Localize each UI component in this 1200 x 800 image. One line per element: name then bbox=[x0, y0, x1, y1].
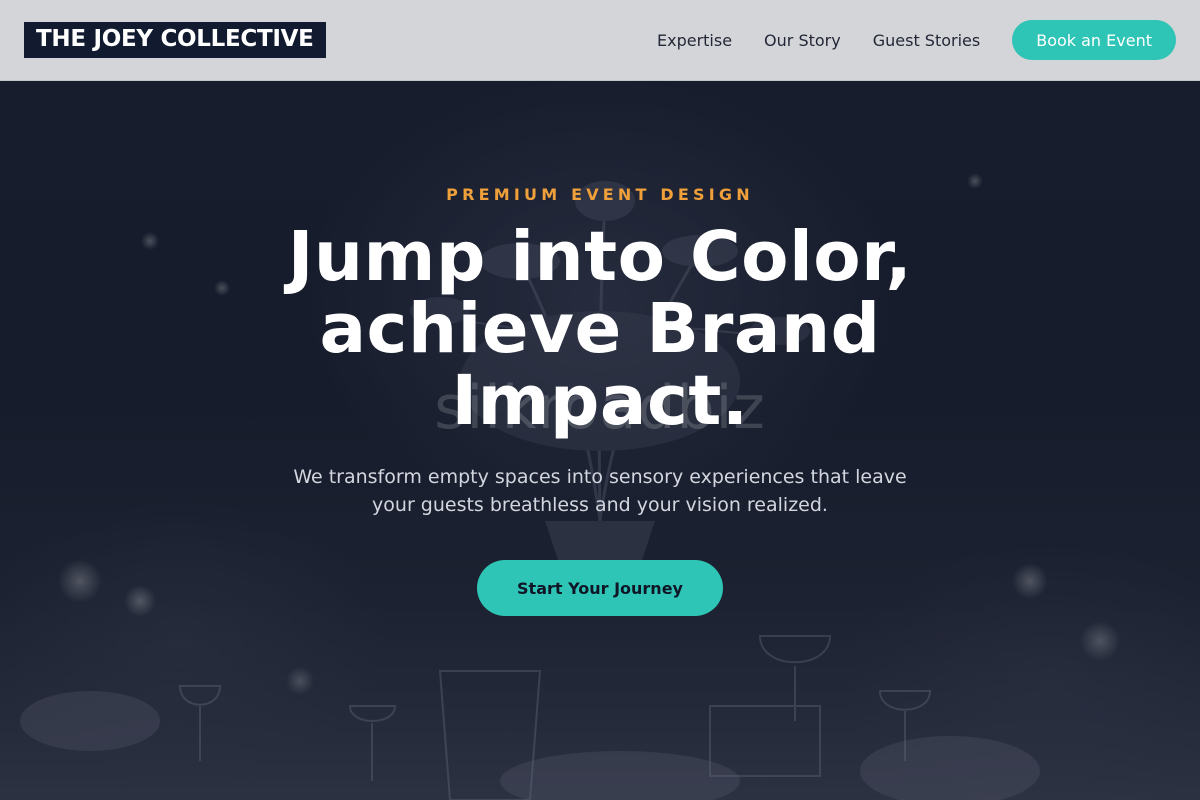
nav-link-our-story[interactable]: Our Story bbox=[764, 31, 841, 50]
hero-section: silkroadbiz PREMIUM EVENT DESIGN Jump in… bbox=[0, 81, 1200, 800]
hero-eyebrow: PREMIUM EVENT DESIGN bbox=[446, 185, 754, 204]
site-logo[interactable]: THE JOEY COLLECTIVE bbox=[24, 22, 326, 58]
nav-link-expertise[interactable]: Expertise bbox=[657, 31, 732, 50]
hero-headline: Jump into Color, achieve Brand Impact. bbox=[287, 217, 913, 441]
book-event-button[interactable]: Book an Event bbox=[1012, 20, 1176, 60]
main-nav: Expertise Our Story Guest Stories Book a… bbox=[657, 20, 1176, 60]
nav-link-guest-stories[interactable]: Guest Stories bbox=[873, 31, 981, 50]
site-header: THE JOEY COLLECTIVE Expertise Our Story … bbox=[0, 0, 1200, 81]
hero-subtitle: We transform empty spaces into sensory e… bbox=[293, 466, 907, 516]
start-journey-button[interactable]: Start Your Journey bbox=[477, 560, 723, 616]
